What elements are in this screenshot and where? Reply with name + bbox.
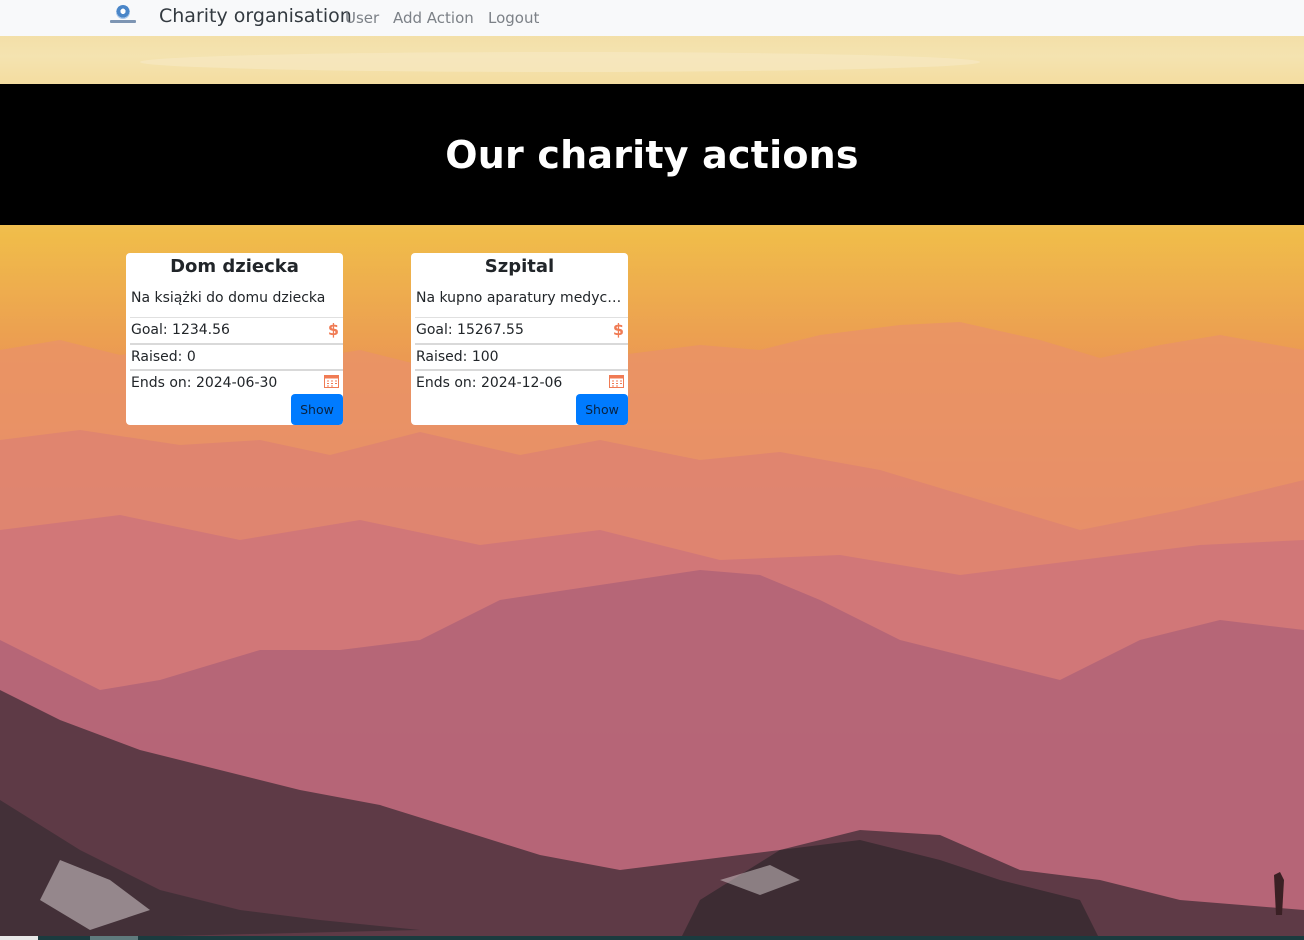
nav-link-add-action[interactable]: Add Action bbox=[393, 9, 474, 27]
dollar-icon: $ bbox=[612, 320, 624, 339]
card-ends-row: Ends on: 2024-12-06 bbox=[415, 369, 628, 395]
brand-name[interactable]: Charity organisation bbox=[159, 5, 352, 27]
card-title: Dom dziecka bbox=[170, 256, 299, 277]
calendar-icon bbox=[324, 375, 339, 388]
card-ends: Ends on: 2024-06-30 bbox=[131, 375, 278, 391]
card-ends: Ends on: 2024-12-06 bbox=[416, 375, 563, 391]
card-title: Szpital bbox=[484, 256, 555, 277]
dollar-icon: $ bbox=[327, 320, 339, 339]
card-goal-row: Goal: 15267.55 $ bbox=[415, 317, 628, 343]
card-description: Na kupno aparatury medycznej bbox=[416, 290, 626, 306]
card-goal: Goal: 15267.55 bbox=[416, 322, 524, 338]
nav-link-user[interactable]: User bbox=[345, 9, 379, 27]
card-raised-row: Raised: 0 bbox=[130, 343, 343, 369]
show-button[interactable]: Show bbox=[576, 394, 628, 425]
bottom-bar bbox=[0, 936, 1304, 940]
card-ends-row: Ends on: 2024-06-30 bbox=[130, 369, 343, 395]
show-button[interactable]: Show bbox=[291, 394, 343, 425]
navbar: Charity organisation User Add Action Log… bbox=[0, 0, 1304, 36]
nav-link-logout[interactable]: Logout bbox=[488, 9, 539, 27]
action-card: Szpital Na kupno aparatury medycznej Goa… bbox=[411, 253, 628, 425]
card-goal-row: Goal: 1234.56 $ bbox=[130, 317, 343, 343]
page-title: Our charity actions bbox=[445, 132, 859, 177]
charity-logo-icon[interactable] bbox=[108, 5, 138, 31]
action-card: Dom dziecka Na książki do domu dziecka G… bbox=[126, 253, 343, 425]
hero-banner: Our charity actions bbox=[0, 84, 1304, 225]
calendar-icon bbox=[609, 375, 624, 388]
card-raised: Raised: 0 bbox=[131, 349, 196, 365]
card-description: Na książki do domu dziecka bbox=[131, 290, 326, 306]
card-raised: Raised: 100 bbox=[416, 349, 499, 365]
card-raised-row: Raised: 100 bbox=[415, 343, 628, 369]
card-goal: Goal: 1234.56 bbox=[131, 322, 230, 338]
